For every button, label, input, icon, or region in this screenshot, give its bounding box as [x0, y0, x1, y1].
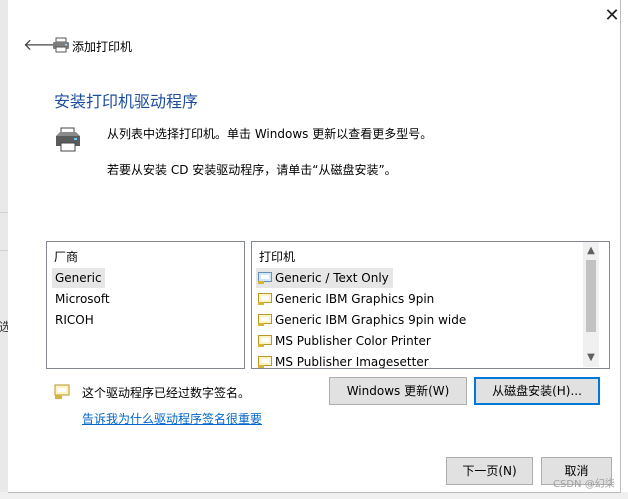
driver-icon — [258, 272, 272, 284]
manufacturer-list-header: 厂商 — [54, 250, 79, 264]
driver-signing-link[interactable]: 告诉我为什么驱动程序签名很重要 — [82, 410, 262, 427]
next-button[interactable]: 下一页(N) — [446, 457, 533, 485]
list-item[interactable]: Generic IBM Graphics 9pin — [258, 289, 434, 309]
wizard-title: 添加打印机 — [72, 40, 133, 54]
close-icon[interactable]: ✕ — [600, 6, 624, 26]
watermark: CSDN @幻柒 — [553, 479, 615, 490]
list-item[interactable]: Generic — [52, 268, 105, 288]
list-item[interactable]: Generic IBM Graphics 9pin wide — [258, 310, 466, 330]
scroll-up-icon[interactable]: ▲ — [583, 243, 599, 259]
printer-name: MS Publisher Color Printer — [275, 334, 431, 348]
printer-list-scrollbar[interactable]: ▲ ▼ — [583, 242, 599, 367]
have-disk-button[interactable]: 从磁盘安装(H)... — [474, 377, 600, 405]
printer-name: Generic IBM Graphics 9pin wide — [275, 313, 467, 327]
driver-icon — [258, 314, 272, 326]
printer-icon — [53, 37, 69, 53]
background-band — [0, 212, 8, 243]
scroll-thumb[interactable] — [586, 260, 596, 332]
windows-update-button[interactable]: Windows 更新(W) — [329, 377, 467, 405]
list-item[interactable]: Generic / Text Only — [256, 268, 393, 288]
driver-icon — [258, 356, 272, 368]
printer-list-header: 打印机 — [259, 250, 296, 264]
background-window-strip: 选 — [0, 0, 11, 499]
printer-name: Generic IBM Graphics 9pin — [275, 292, 435, 306]
add-printer-dialog: ✕ 🡐 添加打印机 安装打印机驱动程序 从列表中选择打印机。单击 Windows… — [8, 0, 621, 493]
printer-list[interactable]: 打印机 Generic / Text Only Generic IBM Grap… — [251, 241, 610, 369]
signed-driver-icon — [54, 384, 70, 399]
instruction-text: 若要从安装 CD 安装驱动程序，请单击“从磁盘安装”。 — [107, 163, 397, 177]
manufacturer-list[interactable]: 厂商 Generic Microsoft RICOH — [46, 241, 245, 369]
page-heading: 安装打印机驱动程序 — [54, 92, 199, 111]
list-item[interactable]: RICOH — [55, 310, 94, 330]
list-item[interactable]: MS Publisher Color Printer — [258, 331, 431, 351]
driver-icon — [258, 293, 272, 305]
background-bottom-strip — [0, 492, 628, 499]
back-arrow-icon[interactable]: 🡐 — [23, 36, 66, 54]
printer-name: MS Publisher Imagesetter — [275, 355, 429, 369]
list-item[interactable]: MS Publisher Imagesetter — [258, 352, 429, 369]
driver-icon — [258, 335, 272, 347]
instruction-text: 从列表中选择打印机。单击 Windows 更新以查看更多型号。 — [107, 127, 433, 141]
scroll-down-icon[interactable]: ▼ — [583, 350, 599, 366]
signature-status: 这个驱动程序已经过数字签名。 — [82, 386, 251, 400]
list-item[interactable]: Microsoft — [55, 289, 110, 309]
printer-icon — [56, 127, 80, 152]
printer-name: Generic / Text Only — [275, 271, 389, 285]
background-band — [0, 250, 8, 287]
